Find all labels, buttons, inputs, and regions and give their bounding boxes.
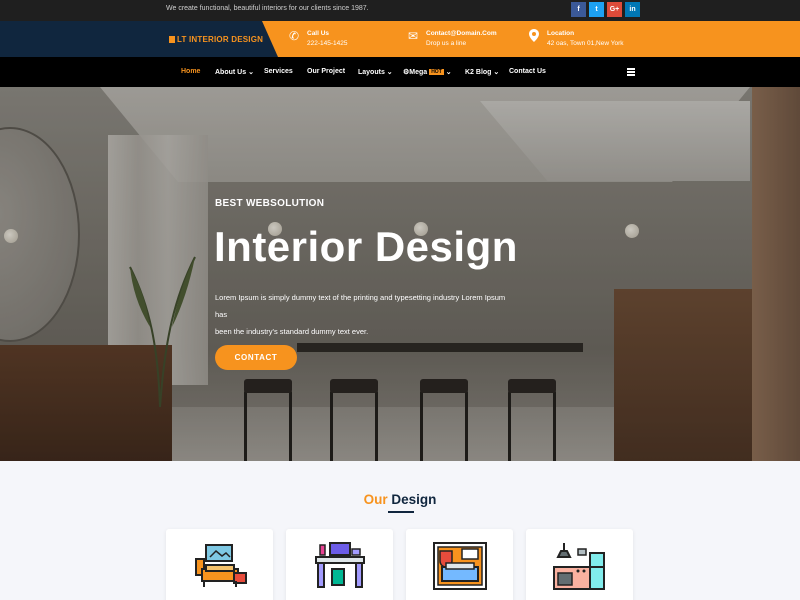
- kitchen-icon: [553, 543, 605, 590]
- social-links: f t G+ in: [571, 2, 640, 17]
- contact-button[interactable]: CONTACT: [215, 345, 297, 370]
- chevron-down-icon: ⌄: [445, 69, 452, 76]
- logo-text: LT INTERIOR DESIGN: [177, 35, 264, 44]
- nav-contact[interactable]: Contact Us: [509, 68, 546, 75]
- site-logo[interactable]: LT INTERIOR DESIGN: [169, 35, 263, 44]
- main-nav: Home About Us ⌄ Services Our Project Lay…: [0, 57, 800, 87]
- menu-hamburger-icon[interactable]: [627, 68, 635, 77]
- info-location-value: 42 oas, Town 01,New York: [547, 40, 624, 47]
- chevron-down-icon: ⌄: [248, 69, 254, 76]
- bedroom-icon: [433, 542, 487, 590]
- hero-subtitle: BEST WEBSOLUTION: [215, 198, 325, 209]
- design-card[interactable]: [526, 529, 633, 600]
- mail-icon: ✉: [407, 29, 419, 43]
- nav-about[interactable]: About Us ⌄: [215, 68, 254, 76]
- info-location: Location 42 oas, Town 01,New York: [527, 29, 624, 49]
- location-pin-icon: [527, 29, 541, 49]
- workspace-desk-icon: [315, 542, 365, 588]
- chevron-down-icon: ⌄: [493, 69, 500, 76]
- hero-overlay: [0, 87, 800, 461]
- info-bar: LT INTERIOR DESIGN ✆ Call Us 222-145-142…: [0, 21, 800, 57]
- nav-home[interactable]: Home: [181, 68, 200, 75]
- nav-mega-label: Mega: [409, 69, 428, 76]
- nav-mega[interactable]: ⚙Mega HOT ⌄: [403, 68, 452, 76]
- chevron-down-icon: ⌄: [386, 69, 393, 76]
- design-card[interactable]: [286, 529, 393, 600]
- hot-badge: HOT: [429, 69, 444, 75]
- nav-k2blog[interactable]: K2 Blog ⌄: [465, 68, 499, 76]
- facebook-icon[interactable]: f: [571, 2, 586, 17]
- section-title: Our Design: [0, 492, 800, 507]
- nav-services[interactable]: Services: [264, 68, 293, 75]
- nav-k2blog-label: K2 Blog: [465, 69, 492, 76]
- info-mail: ✉ Contact@Domain.Com Drop us a line: [406, 29, 497, 49]
- twitter-icon[interactable]: t: [589, 2, 604, 17]
- hero-banner: BEST WEBSOLUTION Interior Design Lorem I…: [0, 87, 800, 461]
- nav-about-label: About Us: [215, 69, 247, 76]
- design-cards: [166, 529, 633, 600]
- info-mail-title[interactable]: Contact@Domain.Com: [426, 29, 497, 39]
- top-bar: We create functional, beautiful interior…: [0, 0, 800, 21]
- section-title-main: Design: [391, 492, 437, 507]
- hero-text-line1: Lorem Ipsum is simply dummy text of the …: [215, 293, 506, 319]
- hero-text: Lorem Ipsum is simply dummy text of the …: [215, 289, 515, 340]
- section-title-underline: [388, 511, 414, 513]
- nav-layouts[interactable]: Layouts ⌄: [358, 68, 393, 76]
- linkedin-icon[interactable]: in: [625, 2, 640, 17]
- nav-project[interactable]: Our Project: [307, 68, 345, 75]
- logo-mark-icon: [169, 36, 175, 43]
- phone-icon: ✆: [288, 29, 300, 43]
- info-mail-value: Drop us a line: [426, 40, 467, 47]
- info-location-title: Location: [547, 30, 575, 37]
- design-card[interactable]: [406, 529, 513, 600]
- hero-text-line2: been the industry's standard dummy text …: [215, 327, 369, 336]
- info-call-title: Call Us: [307, 30, 330, 37]
- nav-layouts-label: Layouts: [358, 69, 385, 76]
- tagline: We create functional, beautiful interior…: [166, 5, 369, 12]
- section-title-accent: Our: [363, 492, 388, 507]
- living-room-icon: [195, 544, 247, 587]
- google-plus-icon[interactable]: G+: [607, 2, 622, 17]
- info-call: ✆ Call Us 222-145-1425: [287, 29, 348, 49]
- design-card[interactable]: [166, 529, 273, 600]
- info-call-value[interactable]: 222-145-1425: [307, 39, 347, 49]
- hero-title: Interior Design: [214, 223, 518, 270]
